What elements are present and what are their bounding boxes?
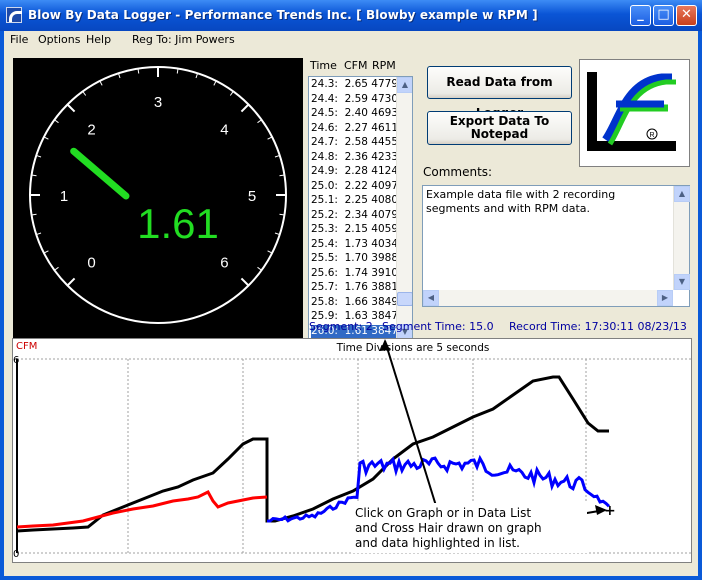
list-item[interactable]: 25.5: 1.70 3988: [311, 252, 398, 265]
annotation-line-2: and Cross Hair drawn on graph: [355, 521, 542, 535]
gauge-tick: [267, 250, 273, 254]
maximize-button[interactable]: □: [653, 5, 674, 26]
cfm-gauge: 0 1 2 3 4 5 6 1.61: [13, 58, 303, 340]
gauge-tick: [240, 103, 250, 113]
comments-scroll-up[interactable]: ▲: [674, 186, 690, 202]
gauge-tick-label: 3: [154, 94, 162, 111]
list-scrollbar[interactable]: ▲ ▼: [396, 77, 412, 340]
y-min-label: 0: [13, 549, 19, 560]
list-item[interactable]: 24.3: 2.65 4779: [311, 78, 398, 91]
comments-textarea[interactable]: Example data file with 2 recording segme…: [422, 185, 690, 307]
segment-label: Segment: 2: [309, 320, 373, 333]
list-item[interactable]: 25.3: 2.15 4059: [311, 223, 398, 236]
list-item[interactable]: 24.4: 2.59 4730: [311, 93, 398, 106]
list-item[interactable]: 24.9: 2.28 4124: [311, 165, 398, 178]
gauge-tick: [257, 266, 262, 271]
comments-scroll-down[interactable]: ▼: [674, 274, 690, 290]
gauge-tick: [54, 266, 59, 271]
comments-text: Example data file with 2 recording segme…: [426, 188, 616, 215]
scroll-up-button[interactable]: ▲: [397, 77, 412, 93]
gauge-tick-label: 2: [87, 122, 95, 139]
annotation-arrow-list: [384, 340, 438, 510]
gauge-tick: [43, 250, 49, 254]
gauge-tick: [82, 91, 87, 96]
list-item[interactable]: 25.6: 1.74 3910: [311, 267, 398, 280]
list-item[interactable]: 25.7: 1.76 3881: [311, 281, 398, 294]
record-time-label: Record Time: 17:30:11 08/23/13: [509, 320, 687, 333]
performance-trends-logo: R: [579, 59, 690, 167]
gauge-tick: [54, 119, 59, 124]
menu-file[interactable]: File: [10, 33, 28, 46]
gauge-needle: [70, 147, 130, 200]
comments-scroll-right[interactable]: ▶: [657, 290, 673, 306]
list-item[interactable]: 25.8: 1.66 3849: [311, 296, 398, 309]
app-icon: [6, 7, 22, 23]
list-item[interactable]: 25.2: 2.34 4079: [311, 209, 398, 222]
list-header-time: Time: [310, 59, 337, 72]
list-item[interactable]: 25.1: 2.25 4080: [311, 194, 398, 207]
gauge-tick-label: 4: [220, 122, 228, 139]
list-item[interactable]: 24.5: 2.40 4693: [311, 107, 398, 120]
gauge-tick-label: 5: [248, 188, 256, 205]
client-area: File Options Help Reg To: Jim Powers 0 1 2…: [4, 31, 698, 576]
gauge-face: 0 1 2 3 4 5 6 1.61: [29, 66, 287, 324]
list-header-rpm: RPM: [372, 59, 396, 72]
cfm-graph[interactable]: CFM 6 0 Time Divisions are 5 seconds + C…: [12, 338, 692, 563]
comments-label: Comments:: [423, 165, 493, 179]
menu-options[interactable]: Options: [38, 33, 80, 46]
y-max-label: 6: [13, 355, 19, 366]
comments-vscroll[interactable]: ▲ ▼: [673, 186, 690, 290]
gauge-tick-label: 6: [220, 254, 228, 271]
svg-text:R: R: [650, 132, 655, 139]
cfm-trace-segment1: [16, 490, 268, 529]
y-axis-label: CFM: [16, 341, 37, 352]
logo-graphic: R: [587, 72, 676, 151]
menu-help[interactable]: Help: [86, 33, 111, 46]
comments-hscroll[interactable]: ◀ ▶: [423, 290, 673, 306]
read-data-button[interactable]: Read Data from Logger: [427, 66, 572, 120]
annotation-line-3: and data highlighted in list.: [355, 536, 520, 550]
segment-time-label: Segment Time: 15.0: [382, 320, 494, 333]
list-item[interactable]: 24.7: 2.58 4455: [311, 136, 398, 149]
list-item[interactable]: 24.8: 2.36 4233: [311, 151, 398, 164]
cross-hair-icon: +: [604, 503, 616, 519]
list-item[interactable]: 25.0: 2.22 4097: [311, 180, 398, 193]
gauge-tick: [213, 80, 217, 86]
comments-scroll-left[interactable]: ◀: [423, 290, 439, 306]
gauge-tick: [229, 91, 234, 96]
gauge-tick: [257, 119, 262, 124]
gauge-tick: [43, 136, 49, 140]
minimize-button[interactable]: _: [630, 5, 651, 26]
gauge-tick: [66, 277, 76, 287]
export-data-button[interactable]: Export Data To Notepad: [427, 111, 572, 145]
annotation-line-1: Click on Graph or in Data List: [355, 506, 531, 520]
gauge-tick: [99, 80, 103, 86]
list-header-cfm: CFM: [344, 59, 368, 72]
list-item[interactable]: 24.6: 2.27 4611: [311, 122, 398, 135]
app-window: Blow By Data Logger - Performance Trends…: [0, 0, 702, 580]
menu-bar: File Options Help Reg To: Jim Powers: [4, 31, 698, 49]
window-title: Blow By Data Logger - Performance Trends…: [28, 8, 538, 22]
title-bar[interactable]: Blow By Data Logger - Performance Trends…: [0, 0, 702, 31]
list-item[interactable]: 25.4: 1.73 4034: [311, 238, 398, 251]
data-list[interactable]: 24.3: 2.65 4779 24.4: 2.59 4730 24.5: 2.40…: [308, 76, 413, 341]
gauge-value: 1.61: [137, 200, 219, 247]
gauge-tick: [267, 136, 273, 140]
close-button[interactable]: ✕: [676, 5, 697, 26]
graph-title: Time Divisions are 5 seconds: [336, 342, 490, 354]
gauge-tick-label: 0: [87, 254, 95, 271]
registration-label: Reg To: Jim Powers: [132, 33, 235, 46]
export-label-line2: Notepad: [470, 127, 529, 141]
graph-plot: CFM 6 0 Time Divisions are 5 seconds + C…: [13, 339, 691, 560]
scroll-thumb[interactable]: [397, 292, 412, 306]
gauge-tick-label: 1: [60, 188, 68, 205]
gauge-tick: [240, 277, 250, 287]
gauge-tick: [66, 103, 76, 113]
